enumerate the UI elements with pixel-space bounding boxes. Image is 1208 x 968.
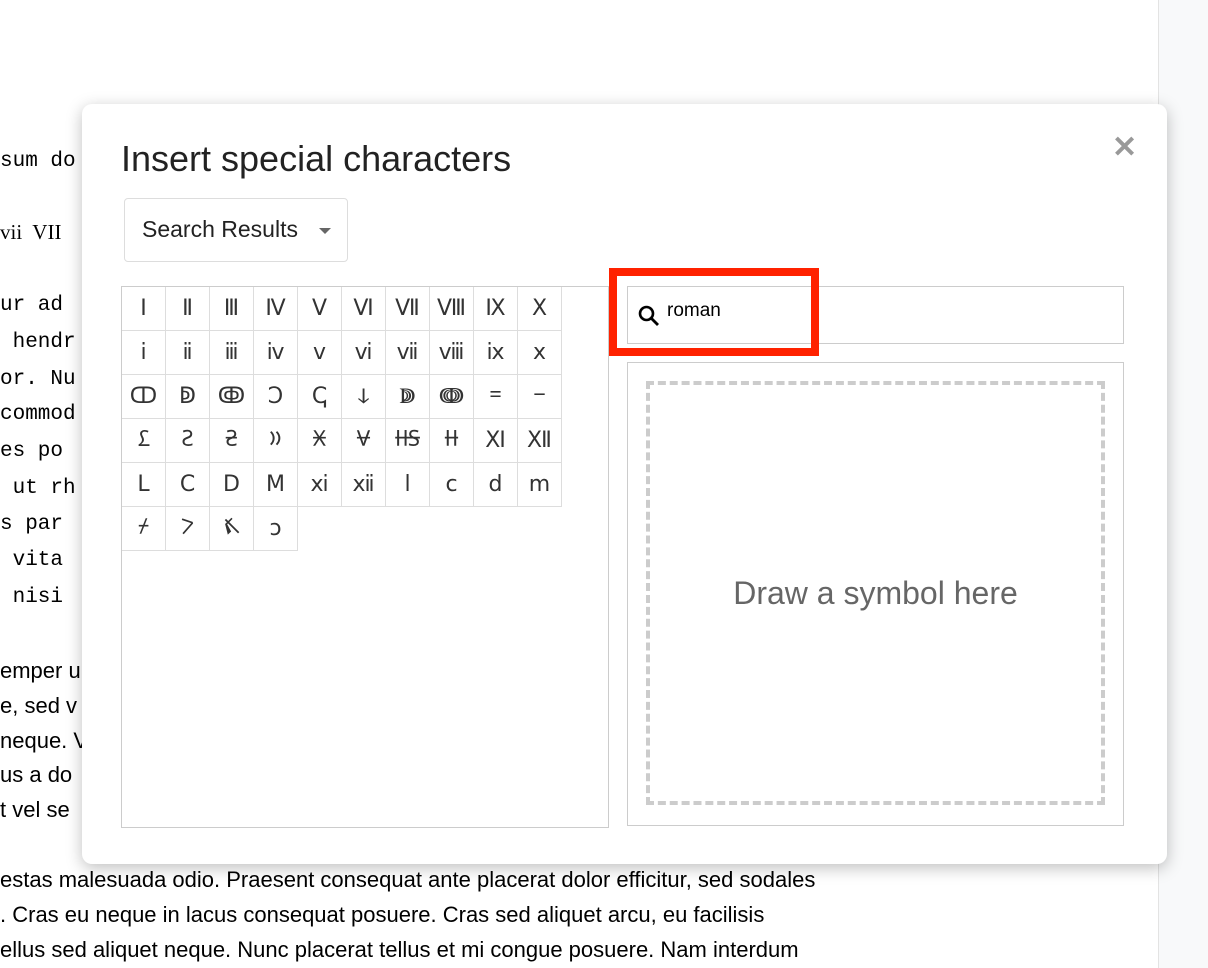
character-cell[interactable]: 𐆑 xyxy=(518,375,562,419)
character-cell[interactable]: Ⅻ xyxy=(518,419,562,463)
character-cell[interactable]: Ⅷ xyxy=(430,287,474,331)
document-line: s par xyxy=(0,513,64,536)
document-line: ut rh xyxy=(0,477,76,500)
document-line: e, sed v xyxy=(0,693,78,718)
character-cell[interactable]: 𐆛 xyxy=(166,507,210,551)
document-line: es po xyxy=(0,440,64,463)
character-cell[interactable]: ⅳ xyxy=(254,331,298,375)
character-cell[interactable]: Ⅺ xyxy=(474,419,518,463)
character-cell[interactable]: 𐆗 xyxy=(342,419,386,463)
insert-special-characters-dialog: Insert special characters ✕ Search Resul… xyxy=(82,104,1167,864)
character-cell[interactable]: Ↄ xyxy=(254,375,298,419)
character-cell[interactable]: 𐆘 xyxy=(386,419,430,463)
character-cell[interactable]: ⅶ xyxy=(386,331,430,375)
document-line: hendr xyxy=(0,331,76,354)
drawing-area: Draw a symbol here xyxy=(627,362,1124,826)
character-cell[interactable]: ⅲ xyxy=(210,331,254,375)
dialog-title: Insert special characters xyxy=(121,138,512,179)
document-line: ellus sed aliquet neque. Nunc placerat t… xyxy=(0,937,799,962)
search-box[interactable] xyxy=(627,286,1124,344)
character-cell[interactable]: Ⅱ xyxy=(166,287,210,331)
document-line: emper u xyxy=(0,658,81,683)
character-cell[interactable]: ↈ xyxy=(430,375,474,419)
character-cell[interactable]: 𐆖 xyxy=(298,419,342,463)
character-cell[interactable]: ⅽ xyxy=(430,463,474,507)
character-cell[interactable]: Ⅵ xyxy=(342,287,386,331)
character-cell[interactable]: 𐆕 xyxy=(254,419,298,463)
category-dropdown-label: Search Results xyxy=(142,216,298,242)
character-cell[interactable]: ⅷ xyxy=(430,331,474,375)
character-cell[interactable]: Ⅹ xyxy=(518,287,562,331)
character-cell[interactable]: ⅾ xyxy=(474,463,518,507)
search-icon xyxy=(638,305,659,326)
character-cell[interactable]: 𐆙 xyxy=(430,419,474,463)
character-cell[interactable]: ⅹ xyxy=(518,331,562,375)
character-cell[interactable]: ⅿ xyxy=(518,463,562,507)
character-cell[interactable]: 𐆒 xyxy=(122,419,166,463)
character-cell[interactable]: ⅵ xyxy=(342,331,386,375)
document-line: us a do xyxy=(0,762,73,787)
draw-canvas[interactable]: Draw a symbol here xyxy=(646,381,1105,805)
document-line: . Cras eu neque in lacus consequat posue… xyxy=(0,902,765,927)
document-line: or. Nu xyxy=(0,368,76,391)
character-cell[interactable]: Ⅶ xyxy=(386,287,430,331)
character-cell[interactable]: ⅸ xyxy=(474,331,518,375)
character-cell[interactable]: Ⅿ xyxy=(254,463,298,507)
document-line: sum do xyxy=(0,150,76,173)
character-cell[interactable]: Ⅽ xyxy=(166,463,210,507)
character-cell[interactable]: ↇ xyxy=(386,375,430,419)
character-cell[interactable]: ⅰ xyxy=(122,331,166,375)
category-dropdown[interactable]: Search Results xyxy=(124,198,348,262)
character-cell[interactable]: 𐆜 xyxy=(210,507,254,551)
chevron-down-icon xyxy=(319,228,331,234)
character-cell[interactable]: Ⅸ xyxy=(474,287,518,331)
character-cell[interactable]: ↁ xyxy=(166,375,210,419)
character-cell[interactable]: Ⅾ xyxy=(210,463,254,507)
character-cell[interactable]: Ⅴ xyxy=(298,287,342,331)
draw-placeholder: Draw a symbol here xyxy=(733,574,1018,611)
character-grid: Ⅰ Ⅱ Ⅲ Ⅳ Ⅴ Ⅵ Ⅶ Ⅷ Ⅸ Ⅹⅰ ⅱ ⅲ ⅳ ⅴ ⅵ ⅶ ⅷ ⅸ ⅹ ↀ ↁ ↂ Ↄ ↅ ↆ ↇ ↈ 𐆐 𐆑 𐆒 𐆓 𐆔 𐆕 𐆖 𐆗 𐆘 𐆙 Ⅺ Ⅻ… xyxy=(121,286,609,828)
document-line: t vel se xyxy=(0,797,70,822)
document-line: vita xyxy=(0,549,64,572)
character-cell[interactable]: 𐆐 xyxy=(474,375,518,419)
document-line: estas malesuada odio. Praesent consequat… xyxy=(0,867,816,892)
character-cell[interactable]: ↂ xyxy=(210,375,254,419)
character-cell[interactable]: ↀ xyxy=(122,375,166,419)
character-cell[interactable]: 𐆚 xyxy=(122,507,166,551)
character-cell[interactable]: ⅻ xyxy=(342,463,386,507)
character-cell[interactable]: 𐆔 xyxy=(210,419,254,463)
character-cell[interactable]: 𐆓 xyxy=(166,419,210,463)
character-cell[interactable]: ⅴ xyxy=(298,331,342,375)
document-line: vii VII xyxy=(0,220,62,244)
document-line: commod xyxy=(0,403,76,426)
character-cell[interactable]: ⅺ xyxy=(298,463,342,507)
character-cell[interactable]: ⅱ xyxy=(166,331,210,375)
character-cell[interactable]: ⅼ xyxy=(386,463,430,507)
document-line: ur ad xyxy=(0,294,64,317)
character-cell[interactable]: ↅ xyxy=(298,375,342,419)
character-cell[interactable]: Ⅰ xyxy=(122,287,166,331)
character-cell[interactable]: ↆ xyxy=(342,375,386,419)
search-input[interactable] xyxy=(665,299,1069,323)
document-line: nisi xyxy=(0,586,64,609)
close-icon[interactable]: ✕ xyxy=(1112,130,1137,165)
document-line: neque. V xyxy=(0,728,89,753)
character-cell[interactable]: Ⅲ xyxy=(210,287,254,331)
character-cell[interactable]: Ⅳ xyxy=(254,287,298,331)
character-cell[interactable]: Ⅼ xyxy=(122,463,166,507)
character-cell[interactable]: ↄ xyxy=(254,507,298,551)
